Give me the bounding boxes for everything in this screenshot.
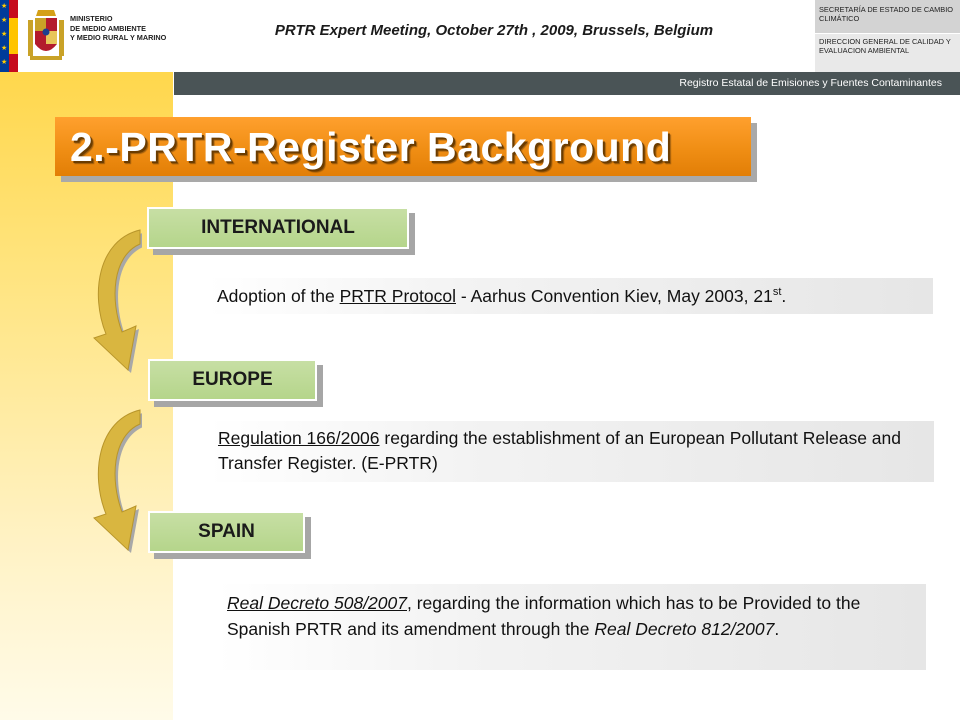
direccion-box: DIRECCION GENERAL DE CALIDAD Y EVALUACIO…	[815, 34, 960, 72]
secretaria-box: SECRETARÍA DE ESTADO DE CAMBIO CLIMÁTICO	[815, 0, 960, 33]
spain-label: SPAIN	[148, 511, 305, 553]
flag-strip: ★ ★ ★ ★ ★	[0, 0, 18, 72]
europe-label: EUROPE	[148, 359, 317, 401]
spain-crest-icon	[28, 10, 64, 60]
regulation-link[interactable]: Regulation 166/2006	[218, 428, 380, 448]
prtr-protocol-link[interactable]: PRTR Protocol	[340, 286, 456, 306]
eu-flag-icon: ★ ★ ★ ★ ★	[0, 0, 9, 72]
registry-bar: Registro Estatal de Emisiones y Fuentes …	[174, 72, 960, 95]
ministry-logo: ★ ★ ★ ★ ★ MINISTERIO DE MEDIO AMBIENTE Y MED…	[0, 0, 173, 72]
meeting-title: PRTR Expert Meeting, October 27th , 2009…	[274, 22, 714, 39]
spain-text: Real Decreto 508/2007, regarding the inf…	[217, 584, 926, 670]
europe-text: Regulation 166/2006 regarding the establ…	[208, 421, 934, 482]
curved-arrow-icon	[93, 229, 142, 373]
curved-arrow-icon	[93, 409, 142, 553]
ministry-name: MINISTERIO DE MEDIO AMBIENTE Y MEDIO RUR…	[70, 14, 167, 43]
spain-flag-icon	[9, 0, 18, 18]
international-label: INTERNATIONAL	[147, 207, 409, 249]
slide-title: 2.-PRTR-Register Background	[70, 124, 672, 170]
real-decreto-link[interactable]: Real Decreto 508/2007	[227, 593, 407, 613]
international-text: Adoption of the PRTR Protocol - Aarhus C…	[207, 278, 933, 314]
